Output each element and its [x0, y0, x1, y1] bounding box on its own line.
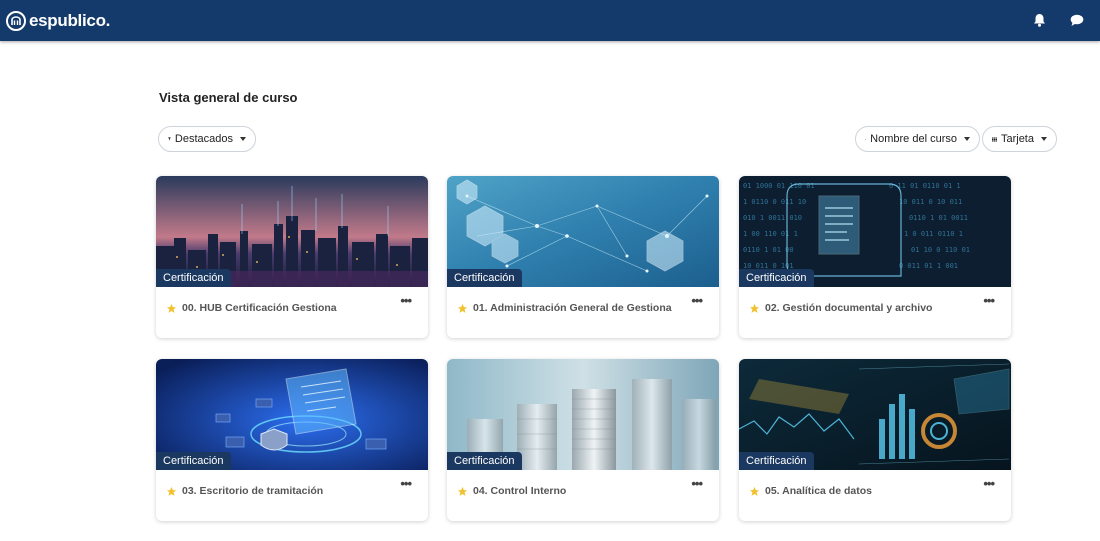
category-badge: Certificación — [156, 269, 231, 287]
course-card[interactable]: Certificación 03. Escritorio de tramitac… — [156, 359, 428, 521]
course-card[interactable]: Certificación 00. HUB Certificación Gest… — [156, 176, 428, 338]
sort-label: Nombre del curso — [870, 133, 957, 145]
view-dropdown-button[interactable]: Tarjeta — [982, 126, 1057, 152]
category-badge: Certificación — [447, 452, 522, 470]
svg-text:0 011 01 1 001: 0 011 01 1 001 — [899, 262, 958, 270]
svg-text:0110 1 01 0011: 0110 1 01 0011 — [909, 214, 968, 222]
course-image-analytics: Certificación — [739, 359, 1011, 470]
course-image-tablet: Certificación — [156, 359, 428, 470]
more-options-icon[interactable]: ••• — [400, 477, 412, 490]
star-icon[interactable] — [749, 486, 760, 497]
star-icon[interactable] — [457, 486, 468, 497]
course-card[interactable]: Certificación 05. Analítica de datos ••• — [739, 359, 1011, 521]
chevron-down-icon — [240, 137, 246, 141]
svg-text:1 00 110 01 1: 1 00 110 01 1 — [743, 230, 798, 238]
course-image-network: Certificación — [447, 176, 719, 287]
filter-icon — [168, 137, 171, 141]
grid-icon — [992, 136, 997, 142]
course-name[interactable]: 00. HUB Certificación Gestiona — [182, 302, 337, 314]
course-card[interactable]: Certificación 01. Administración General… — [447, 176, 719, 338]
bell-icon[interactable] — [1030, 11, 1048, 29]
chat-icon[interactable] — [1068, 11, 1086, 29]
more-options-icon[interactable]: ••• — [983, 294, 995, 307]
course-card[interactable]: 01 1000 01 110 01 0 11 01 0110 01 1 1 011… — [739, 176, 1011, 338]
filter-dropdown-button[interactable]: Destacados — [158, 126, 256, 152]
svg-text:01 10 0 110 01: 01 10 0 110 01 — [911, 246, 970, 254]
svg-text:010 1 0011 010: 010 1 0011 010 — [743, 214, 802, 222]
course-name[interactable]: 02. Gestión documental y archivo — [765, 302, 932, 314]
svg-text:1 0 011 0110 1: 1 0 011 0110 1 — [904, 230, 963, 238]
course-card[interactable]: Certificación 04. Control Interno ••• — [447, 359, 719, 521]
star-icon[interactable] — [166, 486, 177, 497]
svg-text:10 011 0 10 011: 10 011 0 10 011 — [899, 198, 962, 206]
page-title: Vista general de curso — [159, 90, 298, 105]
brand-link[interactable]: espublico. — [6, 10, 111, 31]
course-name[interactable]: 04. Control Interno — [473, 485, 566, 497]
category-badge: Certificación — [739, 269, 814, 287]
course-image-coins: Certificación — [447, 359, 719, 470]
view-label: Tarjeta — [1000, 133, 1034, 145]
sort-dropdown-button[interactable]: Nombre del curso — [855, 126, 980, 152]
chevron-down-icon — [964, 137, 970, 141]
sort-icon — [865, 138, 867, 140]
more-options-icon[interactable]: ••• — [691, 477, 703, 490]
course-image-city: Certificación — [156, 176, 428, 287]
star-icon[interactable] — [166, 303, 177, 314]
svg-text:01 1000 01 110 01: 01 1000 01 110 01 — [743, 182, 815, 190]
course-name[interactable]: 03. Escritorio de tramitación — [182, 485, 323, 497]
brand-name: espublico. — [29, 10, 111, 30]
star-icon[interactable] — [457, 303, 468, 314]
star-icon[interactable] — [749, 303, 760, 314]
more-options-icon[interactable]: ••• — [400, 294, 412, 307]
course-name[interactable]: 05. Analítica de datos — [765, 485, 872, 497]
more-options-icon[interactable]: ••• — [983, 477, 995, 490]
more-options-icon[interactable]: ••• — [691, 294, 703, 307]
svg-text:0110 1 01 00: 0110 1 01 00 — [743, 246, 794, 254]
espublico-logo-icon — [6, 10, 26, 31]
course-image-binary: 01 1000 01 110 01 0 11 01 0110 01 1 1 011… — [739, 176, 1011, 287]
category-badge: Certificación — [447, 269, 522, 287]
course-name[interactable]: 01. Administración General de Gestiona — [473, 302, 672, 314]
filter-label: Destacados — [174, 133, 233, 145]
top-navbar: espublico. — [0, 0, 1100, 41]
category-badge: Certificación — [739, 452, 814, 470]
chevron-down-icon — [1041, 137, 1047, 141]
category-badge: Certificación — [156, 452, 231, 470]
svg-text:1 0110 0 011 10: 1 0110 0 011 10 — [743, 198, 806, 206]
